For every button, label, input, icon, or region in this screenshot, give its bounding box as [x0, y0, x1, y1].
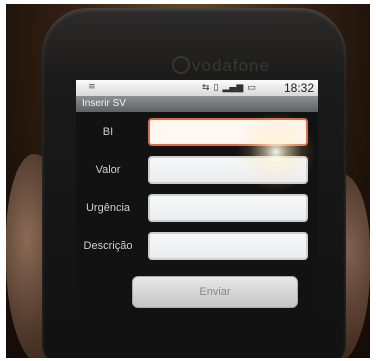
form-row-urgencia: Urgência	[76, 194, 318, 228]
page-title: Inserir SV	[82, 98, 126, 109]
status-bar: ≡ ⇆ ▯ ▂▄▆ ▭ 18:32	[76, 80, 318, 96]
phone-screen: ≡ ⇆ ▯ ▂▄▆ ▭ 18:32 Inserir SV BI Valor Ur…	[76, 80, 318, 358]
urgencia-label: Urgência	[85, 202, 131, 214]
sim-icon: ▯	[213, 83, 219, 93]
device-brand: vodafone	[192, 56, 270, 75]
photo-background: vodafone ≡ ⇆ ▯ ▂▄▆ ▭ 18:32 Inserir SV BI…	[6, 4, 370, 358]
signal-icon: ▂▄▆	[222, 83, 244, 93]
descricao-label: Descrição	[83, 240, 133, 252]
form-row-valor: Valor	[76, 156, 318, 190]
descricao-input[interactable]	[148, 232, 308, 260]
bi-label: BI	[102, 126, 114, 138]
battery-icon: ▭	[247, 83, 256, 93]
form-row-descricao: Descrição	[76, 232, 318, 266]
valor-label: Valor	[95, 164, 121, 176]
usb-icon: ⇆	[202, 83, 210, 93]
form-row-bi: BI	[76, 118, 318, 152]
bi-input[interactable]	[148, 118, 308, 146]
title-bar: Inserir SV	[76, 96, 318, 112]
vodafone-logo-icon	[172, 56, 190, 74]
status-icons: ⇆ ▯ ▂▄▆ ▭	[202, 82, 256, 94]
valor-input[interactable]	[148, 156, 308, 184]
urgencia-input[interactable]	[148, 194, 308, 222]
notification-icon[interactable]: ≡	[88, 83, 96, 92]
enviar-button[interactable]: Enviar	[132, 276, 298, 308]
clock: 18:32	[283, 81, 314, 95]
